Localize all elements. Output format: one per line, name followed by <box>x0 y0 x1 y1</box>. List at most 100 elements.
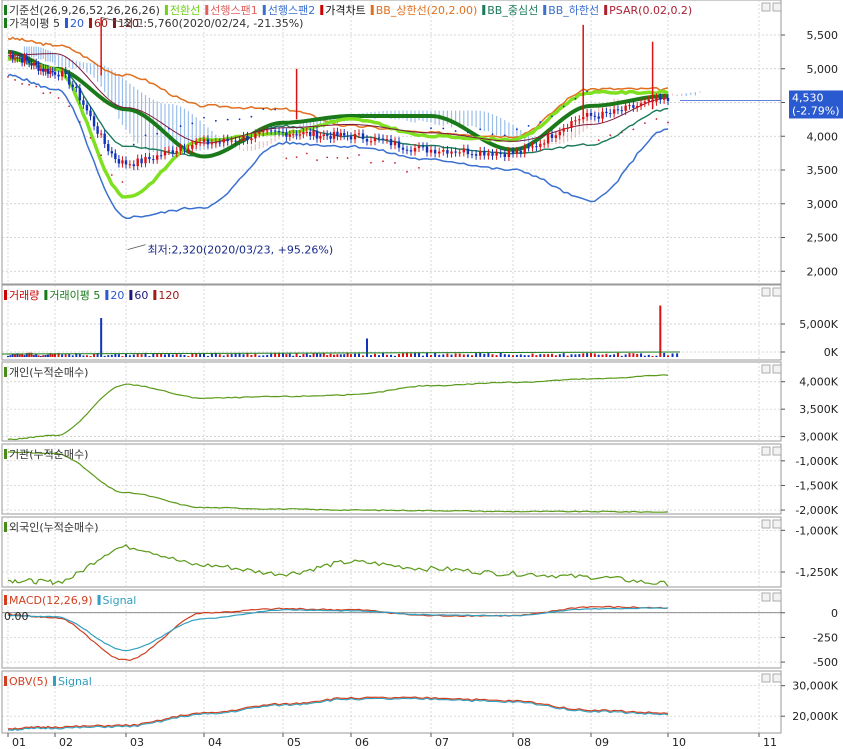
pane-close-icon[interactable] <box>772 364 782 374</box>
volume-bar <box>358 353 360 357</box>
candle-body <box>429 149 433 153</box>
legend-entry: BB_상한선(20,2.00) <box>376 4 478 17</box>
y-tick-label: 3,000 <box>807 198 839 211</box>
candle-body <box>442 150 445 152</box>
candle-body <box>401 147 405 150</box>
candle-body <box>39 68 43 71</box>
legend-marker <box>105 290 109 300</box>
volume-bar <box>51 354 54 357</box>
y-tick-label: -500 <box>813 656 838 669</box>
candle-body <box>519 150 522 154</box>
psar-dot <box>295 156 298 159</box>
candle-body <box>163 151 167 156</box>
legend-entry: 기준선(26,9,26,52,26,26,26) <box>9 4 160 17</box>
candle-body <box>46 68 50 74</box>
pane-minimize-icon[interactable] <box>761 364 771 374</box>
pane-minimize-icon[interactable] <box>761 2 771 12</box>
candle-body <box>385 138 389 140</box>
volume-bar <box>288 353 291 357</box>
volume-bar <box>609 354 612 357</box>
candle-body <box>373 137 377 142</box>
volume-bar <box>61 354 64 357</box>
pane-minimize-icon[interactable] <box>761 519 771 529</box>
candle-body <box>566 127 569 129</box>
pane-close-icon[interactable] <box>772 519 782 529</box>
candle-body <box>302 132 305 135</box>
candle-body <box>343 133 346 136</box>
volume-bar <box>519 354 522 357</box>
psar-dot <box>214 119 217 122</box>
legend-marker <box>44 290 48 300</box>
candle-body <box>27 60 31 64</box>
x-tick-label: 07 <box>435 736 449 749</box>
legend-entry: 120 <box>158 289 179 302</box>
candle-body <box>305 131 308 133</box>
candle-body <box>483 150 486 156</box>
pane-minimize-icon[interactable] <box>761 446 771 456</box>
volume-bar <box>44 355 47 357</box>
legend-marker <box>604 5 608 15</box>
volume-bar <box>442 354 445 357</box>
legend-marker <box>4 522 7 532</box>
x-tick-label: 09 <box>595 736 609 749</box>
volume-bar <box>171 354 174 357</box>
candle-body <box>242 135 245 141</box>
last-change-label: (-2.79%) <box>792 104 840 117</box>
chart-stage: 5,5005,0004,5004,0003,5003,0002,5002,000… <box>1 0 843 749</box>
legend-entry: Signal <box>58 675 92 688</box>
psar-dot <box>68 105 71 108</box>
x-tick-label: 08 <box>517 736 531 749</box>
y-tick-label: 0 <box>831 607 838 620</box>
candle-body <box>214 142 218 144</box>
legend-entry: 거래량 <box>9 289 39 302</box>
psar-dot <box>644 122 646 125</box>
volume-bar <box>414 353 416 357</box>
volume-bar <box>512 355 514 357</box>
pane-minimize-icon[interactable] <box>761 592 771 602</box>
candle-body <box>329 135 332 139</box>
legend-marker <box>4 449 7 459</box>
annotation-low: 최저:2,320(2020/03/23, +95.26%) <box>148 244 334 257</box>
volume-bar <box>558 354 561 357</box>
volume-bar <box>605 353 608 357</box>
volume-bar <box>37 355 40 357</box>
pane-close-icon[interactable] <box>772 592 782 602</box>
volume-bar <box>479 352 482 357</box>
pane-minimize-icon[interactable] <box>761 673 771 683</box>
pane-close-icon[interactable] <box>772 446 782 456</box>
volume-bar <box>42 355 45 357</box>
psar-dot <box>586 90 588 93</box>
psar-dot <box>527 125 530 127</box>
pane-close-icon[interactable] <box>772 287 782 297</box>
pane-close-icon[interactable] <box>772 2 782 12</box>
volume-bar <box>354 353 356 357</box>
volume-bar <box>39 355 42 357</box>
volume-bar <box>475 353 478 357</box>
candle-body <box>647 99 650 102</box>
psar-dot <box>110 174 113 176</box>
candle-body <box>503 153 506 158</box>
volume-bar <box>89 356 92 357</box>
volume-bar <box>570 354 573 357</box>
volume-bar <box>326 355 329 357</box>
candle-body <box>148 156 151 160</box>
psar-dot <box>326 156 329 159</box>
y-tick-label: 4,000 <box>807 130 839 143</box>
volume-bar <box>671 353 674 357</box>
legend-entry: 개인(누적순매수) <box>9 366 88 379</box>
volume-bar <box>175 353 178 357</box>
psar-dot <box>100 154 103 157</box>
candle-body <box>491 153 494 156</box>
psar-dot <box>358 154 360 156</box>
psar-dot <box>132 143 135 146</box>
zero-level-label: 0.00 <box>4 610 29 623</box>
volume-bar <box>282 353 284 357</box>
volume-bar <box>667 355 669 357</box>
pane-minimize-icon[interactable] <box>761 287 771 297</box>
psar-dot <box>479 128 482 131</box>
psar-dot <box>262 108 265 110</box>
psar-dot <box>382 160 384 163</box>
pane-close-icon[interactable] <box>772 673 782 683</box>
legend-marker <box>112 18 116 28</box>
volume-bar <box>601 354 604 357</box>
